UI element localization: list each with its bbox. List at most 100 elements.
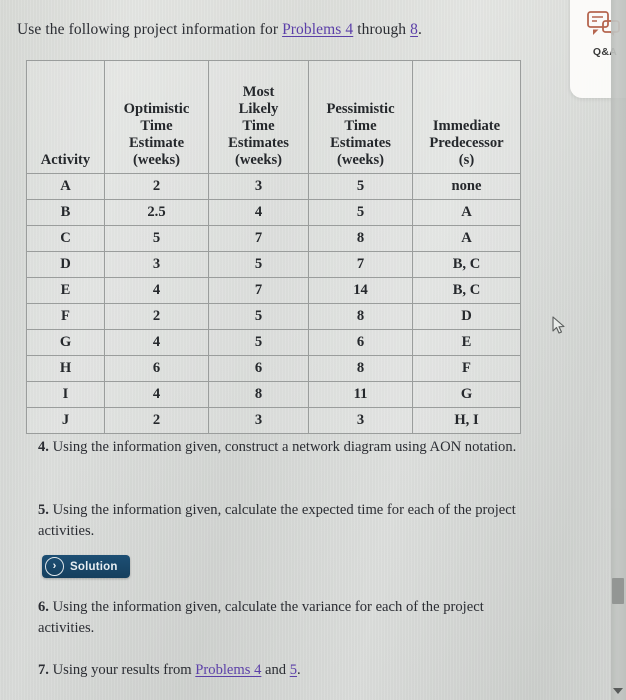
solution-button-label: Solution bbox=[70, 560, 118, 573]
problem-6-number: 6. bbox=[38, 599, 49, 615]
table-row: I 4 8 11 G bbox=[26, 381, 521, 408]
cell-activity: G bbox=[26, 329, 105, 356]
problem-4-number: 4. bbox=[38, 439, 49, 455]
table-header-row: Activity Optimistic Time Estimate (weeks… bbox=[26, 60, 521, 174]
header-line: Most bbox=[242, 83, 275, 100]
header-line: Time bbox=[140, 117, 173, 134]
table-row: F258D bbox=[26, 303, 521, 330]
problem-6: 6. Using the information given, calculat… bbox=[38, 597, 518, 639]
cell-most-likely: 3 bbox=[208, 407, 309, 434]
cell-most-likely: 5 bbox=[208, 303, 309, 330]
cell-pessimistic: 8 bbox=[308, 355, 413, 382]
link-problems-4-bottom[interactable]: Problems 4 bbox=[195, 662, 261, 678]
cell-optimistic: 2 bbox=[104, 303, 209, 330]
project-information-table-wrapper: Activity Optimistic Time Estimate (weeks… bbox=[26, 60, 521, 434]
cell-most-likely: 3 bbox=[208, 173, 309, 200]
cell-optimistic: 2 bbox=[104, 407, 209, 434]
cell-optimistic: 6 bbox=[104, 355, 209, 382]
intro-text-before: Use the following project information fo… bbox=[17, 21, 283, 38]
table-row: J 2 3 3 H, I bbox=[26, 407, 521, 434]
cell-activity: F bbox=[26, 303, 105, 330]
problem-6-text: Using the information given, calculate t… bbox=[38, 599, 484, 636]
cell-most-likely: 5 bbox=[208, 329, 309, 356]
cell-optimistic: 4 bbox=[104, 381, 209, 408]
header-line: Predecessor bbox=[429, 134, 504, 151]
table-row: H668F bbox=[26, 355, 521, 382]
cell-most-likely: 5 bbox=[208, 251, 309, 278]
cell-most-likely: 7 bbox=[208, 277, 309, 304]
cell-pessimistic: 8 bbox=[308, 225, 413, 252]
cell-optimistic: 4 bbox=[104, 329, 209, 356]
column-header-most-likely-time-estimates: Most Likely Time Estimates (weeks) bbox=[208, 60, 309, 174]
cell-activity: J bbox=[26, 407, 105, 434]
link-problem-5[interactable]: 5 bbox=[290, 662, 297, 678]
header-line: Estimates bbox=[330, 134, 391, 151]
intro-sentence: Use the following project information fo… bbox=[17, 21, 422, 39]
cell-optimistic: 4 bbox=[104, 277, 209, 304]
table-row: E 4 7 14 B, C bbox=[26, 277, 521, 304]
cell-pessimistic: 3 bbox=[308, 407, 413, 434]
cell-activity: D bbox=[26, 251, 105, 278]
table-row: C578A bbox=[26, 225, 521, 252]
chevron-right-icon: › bbox=[45, 557, 64, 576]
column-header-immediate-predecessors: Immediate Predecessor (s) bbox=[412, 60, 521, 174]
header-line: Time bbox=[242, 117, 275, 134]
cell-predecessors: D bbox=[412, 303, 521, 330]
cell-predecessors: none bbox=[412, 173, 521, 200]
cell-pessimistic: 7 bbox=[308, 251, 413, 278]
cell-most-likely: 7 bbox=[208, 225, 309, 252]
table-header: Activity Optimistic Time Estimate (weeks… bbox=[26, 60, 521, 174]
link-problems-4-top[interactable]: Problems 4 bbox=[282, 21, 353, 38]
header-line: Pessimistic bbox=[326, 100, 395, 117]
cell-activity: B bbox=[26, 199, 105, 226]
cell-optimistic: 3 bbox=[104, 251, 209, 278]
cell-activity: I bbox=[26, 381, 105, 408]
cell-predecessors: F bbox=[412, 355, 521, 382]
header-line: Optimistic bbox=[123, 100, 190, 117]
table-row: G456E bbox=[26, 329, 521, 356]
cell-optimistic: 2 bbox=[104, 173, 209, 200]
problem-5-text: Using the information given, calculate t… bbox=[38, 502, 516, 539]
cell-most-likely: 6 bbox=[208, 355, 309, 382]
cell-pessimistic: 14 bbox=[308, 277, 413, 304]
header-line: Immediate bbox=[432, 117, 501, 134]
project-information-table: Activity Optimistic Time Estimate (weeks… bbox=[26, 60, 521, 434]
cell-optimistic: 2.5 bbox=[104, 199, 209, 226]
solution-button[interactable]: › Solution bbox=[42, 555, 130, 578]
header-line: (weeks) bbox=[234, 151, 282, 168]
problem-7-text-middle: and bbox=[261, 662, 290, 678]
scroll-down-arrow-icon[interactable] bbox=[613, 688, 623, 694]
vertical-scrollbar[interactable] bbox=[611, 0, 626, 700]
problem-5-number: 5. bbox=[38, 502, 49, 518]
mouse-cursor bbox=[552, 316, 567, 341]
cell-activity: C bbox=[26, 225, 105, 252]
cell-pessimistic: 5 bbox=[308, 199, 413, 226]
problem-7-text-after: . bbox=[297, 662, 301, 678]
cell-predecessors: G bbox=[412, 381, 521, 408]
cell-optimistic: 5 bbox=[104, 225, 209, 252]
cell-predecessors: A bbox=[412, 199, 521, 226]
column-header-optimistic-time-estimate: Optimistic Time Estimate (weeks) bbox=[104, 60, 209, 174]
cell-predecessors: A bbox=[412, 225, 521, 252]
problem-4-text: Using the information given, construct a… bbox=[48, 439, 517, 455]
header-line: Estimate bbox=[128, 134, 185, 151]
link-problem-8[interactable]: 8 bbox=[410, 21, 418, 38]
intro-text-middle: through bbox=[353, 21, 411, 38]
problem-7: 7. Using your results from Problems 4 an… bbox=[38, 660, 518, 681]
table-row: D 3 5 7 B, C bbox=[26, 251, 521, 278]
cell-pessimistic: 8 bbox=[308, 303, 413, 330]
column-header-activity: Activity bbox=[26, 60, 105, 174]
table-row: A 2 3 5 none bbox=[26, 173, 521, 200]
header-line: (weeks) bbox=[336, 151, 384, 168]
cell-activity: H bbox=[26, 355, 105, 382]
cell-pessimistic: 5 bbox=[308, 173, 413, 200]
cell-most-likely: 4 bbox=[208, 199, 309, 226]
cell-pessimistic: 6 bbox=[308, 329, 413, 356]
scrollbar-thumb[interactable] bbox=[612, 578, 624, 604]
header-line: (weeks) bbox=[132, 151, 180, 168]
problem-7-text-before: Using your results from bbox=[48, 662, 196, 678]
cell-activity: E bbox=[26, 277, 105, 304]
intro-text-after: . bbox=[417, 21, 422, 38]
cell-predecessors: B, C bbox=[412, 251, 521, 278]
header-line: (s) bbox=[458, 151, 475, 168]
